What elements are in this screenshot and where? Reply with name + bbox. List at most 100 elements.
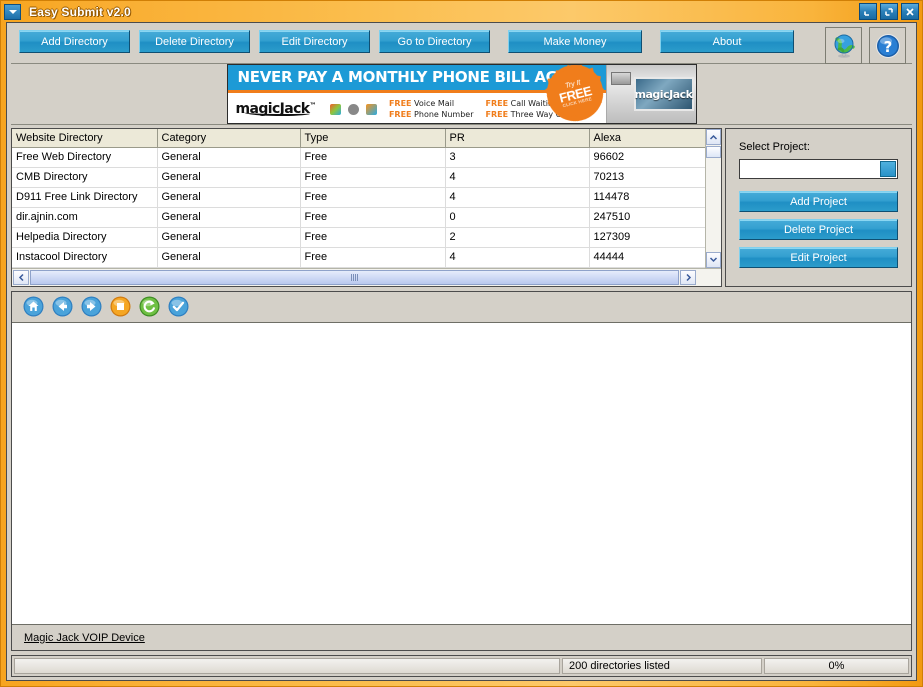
scroll-thumb[interactable] [706, 146, 721, 158]
scroll-track[interactable] [706, 145, 721, 252]
scroll-right-button[interactable] [680, 270, 696, 285]
table-row[interactable]: D911 Free Link Directory General Free 4 … [12, 187, 705, 207]
grid-columns: Website Directory Category Type PR Alexa… [12, 129, 705, 268]
refresh-icon[interactable] [139, 296, 160, 317]
back-arrow-icon[interactable] [52, 296, 73, 317]
close-icon [904, 6, 916, 18]
cell-pr: 4 [445, 167, 589, 187]
window-controls [859, 3, 919, 20]
help-button[interactable]: ? [869, 27, 906, 64]
restore-button[interactable] [880, 3, 898, 20]
website-button[interactable] [825, 27, 862, 64]
trademark-symbol: ™ [310, 101, 316, 109]
stop-icon[interactable] [110, 296, 131, 317]
cell-alexa: 127309 [589, 227, 705, 247]
magicjack-logo: magicJack™ [236, 101, 316, 117]
cell-alexa: 96602 [589, 147, 705, 167]
cell-alexa: 70213 [589, 167, 705, 187]
table-body: Free Web Directory General Free 3 96602 … [12, 147, 705, 267]
browser-toolbar [12, 292, 911, 323]
device-label-plate: magicJack [634, 77, 694, 111]
status-count-panel: 200 directories listed [562, 658, 762, 674]
add-directory-button[interactable]: Add Directory [19, 30, 130, 53]
column-header-website-directory[interactable]: Website Directory [12, 129, 157, 147]
cell-pr: 4 [445, 247, 589, 267]
toolbar-icon-group: ? [825, 27, 906, 64]
windows-icon [330, 104, 341, 115]
scroll-up-button[interactable] [706, 129, 721, 145]
cell-alexa: 44444 [589, 247, 705, 267]
delete-project-button[interactable]: Delete Project [739, 219, 898, 240]
grid-vertical-scrollbar[interactable] [705, 129, 721, 268]
browser-content-area[interactable] [12, 323, 911, 625]
table-row[interactable]: dir.ajnin.com General Free 0 247510 [12, 207, 705, 227]
delete-directory-button[interactable]: Delete Directory [139, 30, 250, 53]
table-row[interactable]: Free Web Directory General Free 3 96602 [12, 147, 705, 167]
application-status-bar: 200 directories listed 0% [11, 655, 912, 677]
chevron-up-icon [709, 133, 718, 142]
column-header-pr[interactable]: PR [445, 129, 589, 147]
dropdown-arrow-icon[interactable] [880, 161, 896, 177]
magicjack-banner-ad[interactable]: NEVER PAY A MONTHLY PHONE BILL AGAIN! ma… [227, 64, 697, 124]
about-button[interactable]: About [660, 30, 794, 53]
cell-category: General [157, 187, 300, 207]
check-icon[interactable] [168, 296, 189, 317]
cell-pr: 0 [445, 207, 589, 227]
scroll-thumb[interactable] [30, 270, 679, 285]
windows-vista-icon [366, 104, 377, 115]
grip-icon [351, 274, 359, 281]
column-header-category[interactable]: Category [157, 129, 300, 147]
directory-table: Website Directory Category Type PR Alexa… [12, 129, 705, 268]
scroll-down-button[interactable] [706, 252, 721, 268]
cell-type: Free [300, 247, 445, 267]
cell-type: Free [300, 147, 445, 167]
cell-type: Free [300, 187, 445, 207]
make-money-button[interactable]: Make Money [508, 30, 642, 53]
chevron-down-icon [709, 255, 718, 264]
forward-arrow-icon[interactable] [81, 296, 102, 317]
close-button[interactable] [901, 3, 919, 20]
status-percent-panel: 0% [764, 658, 909, 674]
os-compatibility-icons [330, 104, 377, 115]
edit-directory-button[interactable]: Edit Directory [259, 30, 370, 53]
cell-category: General [157, 227, 300, 247]
restore-icon [883, 6, 895, 18]
table-row[interactable]: Instacool Directory General Free 4 44444 [12, 247, 705, 267]
table-row[interactable]: Helpedia Directory General Free 2 127309 [12, 227, 705, 247]
cell-website-directory: dir.ajnin.com [12, 207, 157, 227]
chevron-left-icon [17, 273, 26, 282]
table-row[interactable]: CMB Directory General Free 4 70213 [12, 167, 705, 187]
add-project-button[interactable]: Add Project [739, 191, 898, 212]
magicjack-device-image: magicJack [606, 65, 696, 123]
cell-pr: 4 [445, 187, 589, 207]
usb-connector [611, 72, 631, 85]
directory-grid: Website Directory Category Type PR Alexa… [11, 128, 722, 287]
column-header-type[interactable]: Type [300, 129, 445, 147]
minimize-button[interactable] [859, 3, 877, 20]
column-header-alexa[interactable]: Alexa [589, 129, 705, 147]
cell-alexa: 247510 [589, 207, 705, 227]
project-select[interactable] [739, 159, 898, 179]
apple-icon [348, 104, 359, 115]
cell-type: Free [300, 167, 445, 187]
table-header-row: Website Directory Category Type PR Alexa [12, 129, 705, 147]
system-menu-button[interactable] [4, 4, 21, 20]
table-header: Website Directory Category Type PR Alexa [12, 129, 705, 147]
cell-alexa: 114478 [589, 187, 705, 207]
status-link[interactable]: Magic Jack VOIP Device [24, 632, 145, 644]
svg-text:?: ? [883, 38, 892, 56]
help-question-icon: ? [874, 32, 902, 60]
title-bar: Easy Submit v2.0 [1, 1, 922, 22]
scroll-left-button[interactable] [13, 270, 29, 285]
free-label: FREE [389, 99, 412, 108]
cell-website-directory: Instacool Directory [12, 247, 157, 267]
grid-horizontal-scrollbar[interactable] [12, 268, 721, 286]
goto-directory-button[interactable]: Go to Directory [379, 30, 490, 53]
try-it-free-badge[interactable]: Try It FREE CLICK HERE [539, 64, 609, 124]
project-panel: Select Project: Add Project Delete Proje… [725, 128, 912, 287]
cell-type: Free [300, 227, 445, 247]
edit-project-button[interactable]: Edit Project [739, 247, 898, 268]
chevron-down-icon [9, 10, 17, 14]
free-label: FREE [486, 99, 509, 108]
home-icon[interactable] [23, 296, 44, 317]
